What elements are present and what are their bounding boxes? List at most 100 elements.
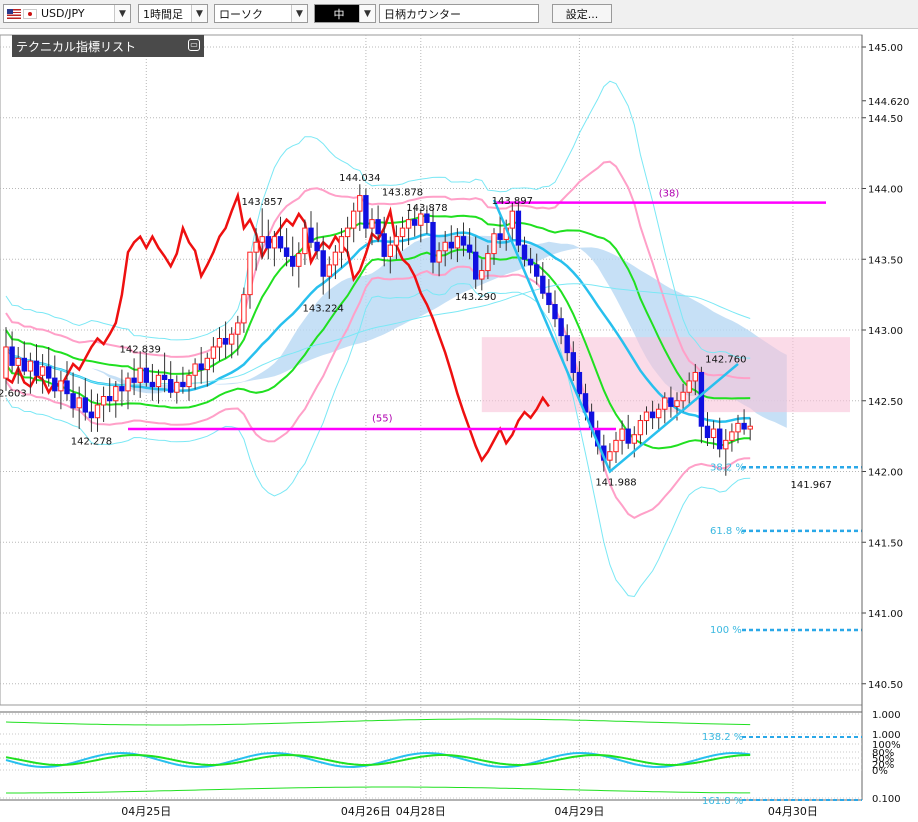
candle-up (100, 396, 107, 406)
candle-down (497, 233, 503, 240)
y-tick-label: 144.50 (868, 114, 903, 125)
candle-down (558, 318, 564, 337)
candle-down (222, 337, 229, 345)
candle-down (534, 264, 540, 277)
candle-up (436, 250, 442, 263)
grid (0, 34, 863, 800)
price-label: 143.878 (382, 187, 423, 198)
candle-up (613, 439, 619, 453)
price-label: 142.839 (120, 344, 161, 355)
candle-down (546, 292, 552, 306)
candle-down (9, 346, 15, 366)
candle-up (271, 236, 278, 249)
candle-up (235, 322, 241, 335)
candle-up (174, 381, 180, 393)
candle-up (692, 371, 698, 382)
candle-up (3, 346, 9, 379)
candle-down (198, 363, 204, 371)
candle-up (113, 386, 119, 402)
candle-down (460, 236, 467, 246)
x-tick-label: 04月30日 (768, 805, 818, 818)
y-tick-label: 143.00 (868, 326, 903, 337)
fib-level-label: 38.2 % (710, 462, 745, 473)
restore-icon[interactable]: ▭ (188, 39, 200, 51)
candle-down (704, 425, 711, 439)
indicator-list-title: テクニカル指標リスト (16, 39, 137, 54)
candle-down (668, 397, 674, 407)
candle-up (94, 404, 101, 419)
candle-down (88, 411, 95, 419)
price-label: 143.224 (303, 303, 344, 314)
candle-down (527, 258, 534, 266)
candle-up (747, 425, 753, 430)
candle-up (393, 236, 400, 246)
candle-down (576, 371, 583, 395)
day-counter-label: (38) (659, 189, 680, 200)
candle-up (399, 227, 406, 238)
candle-up (247, 251, 253, 296)
candle-down (625, 428, 631, 444)
candle-down (265, 236, 272, 249)
y-tick-label: 141.00 (868, 609, 903, 620)
candle-up (686, 380, 692, 393)
candle-up (241, 294, 247, 324)
candle-up (637, 420, 644, 436)
candle-up (302, 227, 308, 255)
x-tick-label: 04月25日 (121, 805, 171, 818)
price-chart[interactable]: (38) (55) 38.2 % 61.8 % 100 % 142.603 142.278 1… (0, 0, 918, 822)
candle-up (619, 428, 625, 441)
candle-up (210, 346, 217, 359)
candle-up (344, 227, 351, 238)
candle-down (540, 275, 546, 294)
y-tick-label: 143.50 (868, 255, 903, 266)
osc-scale-label: 1.000 (872, 710, 901, 721)
candle-up (491, 233, 497, 255)
y-tick-label: 140.50 (868, 680, 903, 691)
price-label: 141.967 (791, 480, 832, 491)
candle-down (521, 244, 528, 260)
x-tick-label: 04月29日 (554, 805, 604, 818)
candle-up (351, 210, 357, 229)
candle-down (180, 381, 186, 388)
candle-up (656, 408, 662, 419)
y-tick-label: 144.00 (868, 185, 903, 196)
y-tick-label: 144.620 (868, 97, 909, 108)
candle-down (381, 233, 387, 257)
price-label: 142.278 (71, 436, 112, 447)
candle-down (314, 241, 320, 252)
candle-up (338, 236, 345, 253)
x-tick-label: 04月26日 (341, 805, 391, 818)
candle-up (326, 264, 333, 277)
candle-down (717, 428, 723, 450)
indicator-list-panel[interactable]: テクニカル指標リスト ▭ (12, 35, 204, 57)
candle-up (405, 219, 412, 229)
candle-down (649, 411, 656, 419)
candle-up (253, 241, 259, 253)
price-label: 143.290 (455, 292, 496, 303)
candle-down (46, 366, 52, 379)
oscillator-base-line (6, 786, 751, 794)
price-label: 143.878 (406, 203, 447, 214)
price-label: 141.988 (595, 477, 636, 488)
candle-up (357, 195, 363, 212)
price-label: 143.857 (242, 197, 283, 208)
candle-up (680, 391, 686, 402)
candle-down (277, 236, 284, 249)
candle-up (369, 219, 375, 229)
candle-up (186, 374, 192, 388)
candle-down (698, 371, 705, 427)
candle-down (143, 367, 150, 383)
candle-down (33, 360, 40, 376)
price-label: 143.897 (492, 196, 533, 207)
price-label: 142.603 (0, 388, 27, 399)
candle-up (662, 397, 668, 410)
candle-down (564, 335, 570, 354)
candle-up (76, 397, 82, 409)
y-axis: 145.00 144.620 144.50 144.00 143.50 143.00 142… (861, 35, 909, 800)
candle-down (82, 397, 88, 413)
y-tick-label: 142.00 (868, 468, 903, 479)
candle-down (412, 219, 418, 226)
candle-down (741, 422, 747, 430)
candle-down (466, 244, 473, 253)
osc-fib-label: 138.2 % (702, 732, 743, 743)
